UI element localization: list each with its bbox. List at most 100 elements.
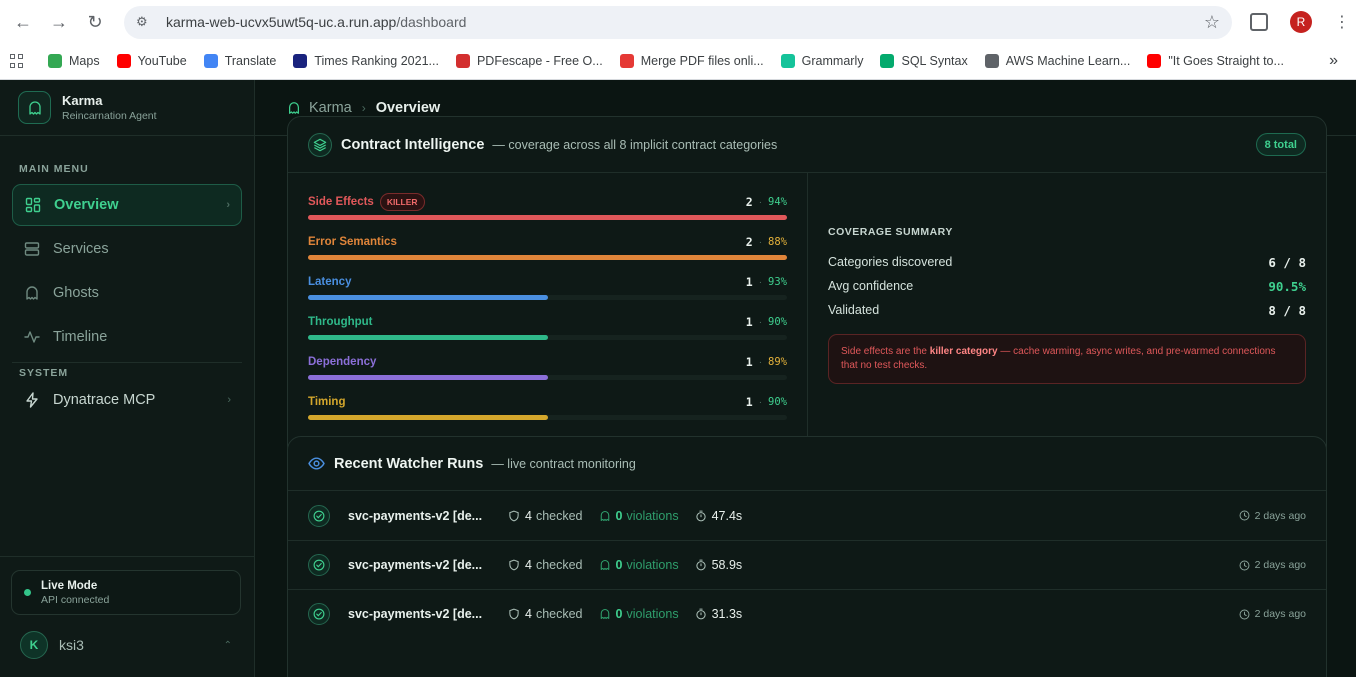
reload-button[interactable]: ↻: [84, 11, 106, 33]
shield-icon: [509, 510, 519, 521]
bookmark-item[interactable]: "It Goes Straight to...: [1147, 54, 1284, 68]
bookmark-favicon-icon: [1147, 54, 1162, 68]
ghost-icon: [600, 559, 609, 571]
check-circle-icon: [308, 554, 330, 576]
bookmarks-bar: Maps YouTube Translate Times Ranking 2021..…: [0, 44, 1356, 78]
bookmark-star-icon[interactable]: ☆: [1204, 12, 1220, 33]
bookmark-item[interactable]: PDFescape - Free O...: [455, 54, 603, 68]
sidebar: Karma Reincarnation Agent MAIN MENU Over…: [0, 80, 255, 677]
stopwatch-icon: [695, 510, 706, 521]
duration-metric: 58.9s: [695, 558, 747, 572]
url-row: ← → ↻ ⚙ karma-web-ucvx5uwt5q-uc.a.run.ap…: [0, 0, 1356, 44]
app-root: Karma Reincarnation Agent MAIN MENU Over…: [0, 80, 1356, 677]
category-bar: [308, 215, 787, 220]
summary-row: Avg confidence 90.5%: [828, 279, 1306, 294]
category-bar-fill: [308, 255, 787, 260]
separator-dot: ·: [758, 396, 763, 408]
category-bar-fill: [308, 215, 787, 220]
back-button[interactable]: ←: [12, 11, 34, 33]
breadcrumb-current: Overview: [375, 99, 441, 116]
watcher-run-row[interactable]: svc-payments-v2 [de... 4 checked 0 violati…: [288, 491, 1326, 540]
summary-row-label: Categories discovered: [828, 255, 953, 269]
violations-metric: 0 violations: [599, 509, 679, 523]
separator-dot: ·: [758, 356, 763, 368]
summary-row-label: Validated: [828, 303, 880, 317]
violations-metric: 0 violations: [599, 607, 679, 621]
address-bar[interactable]: ⚙ karma-web-ucvx5uwt5q-uc.a.run.app/dash…: [124, 5, 1232, 39]
bookmark-label: Translate: [224, 54, 277, 68]
bookmark-favicon-icon: [984, 54, 999, 68]
checked-count: 4: [525, 607, 532, 621]
violations-label: violations: [626, 558, 679, 572]
checked-label: checked: [535, 558, 583, 572]
bookmark-favicon-icon: [880, 54, 895, 68]
site-settings-icon[interactable]: ⚙: [136, 14, 154, 30]
main-menu-label: MAIN MENU: [19, 163, 89, 175]
bookmark-favicon-icon: [455, 54, 470, 68]
sidebar-item-services[interactable]: Services: [12, 228, 242, 270]
summary-row-value: 6 / 8: [1268, 255, 1306, 270]
watcher-run-row[interactable]: svc-payments-v2 [de... 4 checked 0 violati…: [288, 540, 1326, 589]
bookmark-label: "It Goes Straight to...: [1168, 54, 1284, 68]
bookmark-item[interactable]: YouTube: [116, 54, 187, 68]
bookmark-item[interactable]: Times Ranking 2021...: [293, 54, 439, 68]
bookmark-item[interactable]: Grammarly: [780, 54, 864, 68]
card-subtitle: — coverage across all 8 implicit contrac…: [492, 137, 778, 152]
bookmarks-overflow-icon[interactable]: »: [1329, 52, 1338, 70]
category-confidence: 90%: [768, 396, 787, 408]
chevron-right-icon: ›: [227, 394, 231, 406]
checked-metric: 4 checked: [508, 607, 583, 621]
separator-dot: ·: [758, 236, 763, 248]
bookmark-item[interactable]: AWS Machine Learn...: [984, 54, 1131, 68]
user-menu[interactable]: K ksi3 ⌃: [20, 631, 232, 659]
total-badge: 8 total: [1255, 133, 1306, 156]
browser-menu-icon[interactable]: ⋮: [1334, 12, 1350, 32]
watcher-run-row[interactable]: svc-payments-v2 [de... 4 checked 0 violati…: [288, 589, 1326, 638]
bookmark-favicon-icon: [780, 54, 795, 68]
bookmark-label: Times Ranking 2021...: [314, 54, 439, 68]
sidebar-item-dynatrace-mcp[interactable]: Dynatrace MCP ›: [12, 379, 242, 421]
bookmark-item[interactable]: SQL Syntax: [880, 54, 968, 68]
bookmark-favicon-icon: [116, 54, 131, 68]
duration-value: 31.3s: [711, 607, 743, 621]
bookmark-item[interactable]: Maps: [48, 54, 100, 68]
server-icon: [23, 241, 41, 257]
sidebar-item-timeline[interactable]: Timeline: [12, 316, 242, 358]
sidebar-item-label: Dynatrace MCP: [53, 392, 156, 408]
chevron-up-icon: ⌃: [223, 639, 232, 651]
user-avatar: K: [20, 631, 48, 659]
checked-metric: 4 checked: [508, 558, 583, 572]
apps-grid-icon[interactable]: [10, 54, 24, 68]
live-mode-title: Live Mode: [41, 579, 98, 592]
dashboard-grid-icon: [24, 197, 42, 213]
user-name: ksi3: [59, 637, 84, 653]
browser-chrome: ← → ↻ ⚙ karma-web-ucvx5uwt5q-uc.a.run.ap…: [0, 0, 1356, 80]
bookmark-item[interactable]: Translate: [203, 54, 277, 68]
violations-count: 0: [615, 508, 623, 523]
chevron-right-icon: ›: [226, 199, 230, 211]
brand-name: Karma: [62, 93, 103, 108]
run-service-name: svc-payments-v2 [de...: [348, 508, 483, 523]
breadcrumb-root[interactable]: Karma: [309, 100, 352, 116]
bookmark-item[interactable]: Merge PDF files onli...: [619, 54, 764, 68]
sidebar-item-ghosts[interactable]: Ghosts: [12, 272, 242, 314]
bookmark-label: Grammarly: [801, 54, 864, 68]
clock-icon: [1239, 510, 1250, 521]
category-row: Throughput 1 · 90%: [308, 313, 787, 353]
killer-category-note: Side effects are the killer category — c…: [828, 334, 1306, 384]
clock-icon: [1239, 560, 1250, 570]
url-text[interactable]: karma-web-ucvx5uwt5q-uc.a.run.app/dashbo…: [166, 14, 1204, 30]
category-count: 1: [745, 395, 753, 409]
sidebar-item-overview[interactable]: Overview ›: [12, 184, 242, 226]
profile-avatar[interactable]: R: [1290, 11, 1312, 33]
note-bold: killer category: [929, 346, 998, 357]
category-name: Side Effects: [308, 196, 374, 208]
bookmark-label: AWS Machine Learn...: [1005, 54, 1131, 68]
separator-dot: ·: [758, 196, 763, 208]
category-row: Side Effects KILLER 2 · 94%: [308, 193, 787, 233]
run-time-ago: 2 days ago: [1239, 608, 1306, 620]
extensions-icon[interactable]: [1250, 13, 1268, 31]
forward-button[interactable]: →: [48, 11, 70, 33]
violations-label: violations: [626, 607, 679, 621]
duration-metric: 31.3s: [695, 607, 747, 621]
